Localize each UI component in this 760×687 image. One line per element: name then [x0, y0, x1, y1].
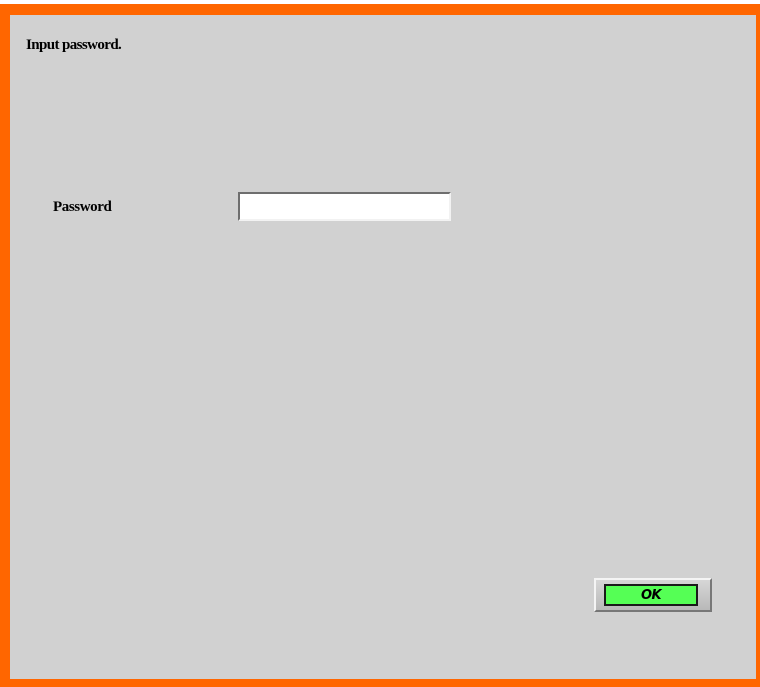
password-field[interactable] [238, 192, 451, 221]
dialog-frame: Input password. Password OK [0, 4, 760, 687]
ok-button-label: OK [604, 584, 698, 606]
dialog-heading: Input password. [26, 37, 122, 53]
password-label: Password [53, 199, 112, 215]
dialog-panel: Input password. Password OK [10, 15, 756, 679]
ok-button[interactable]: OK [594, 578, 712, 612]
